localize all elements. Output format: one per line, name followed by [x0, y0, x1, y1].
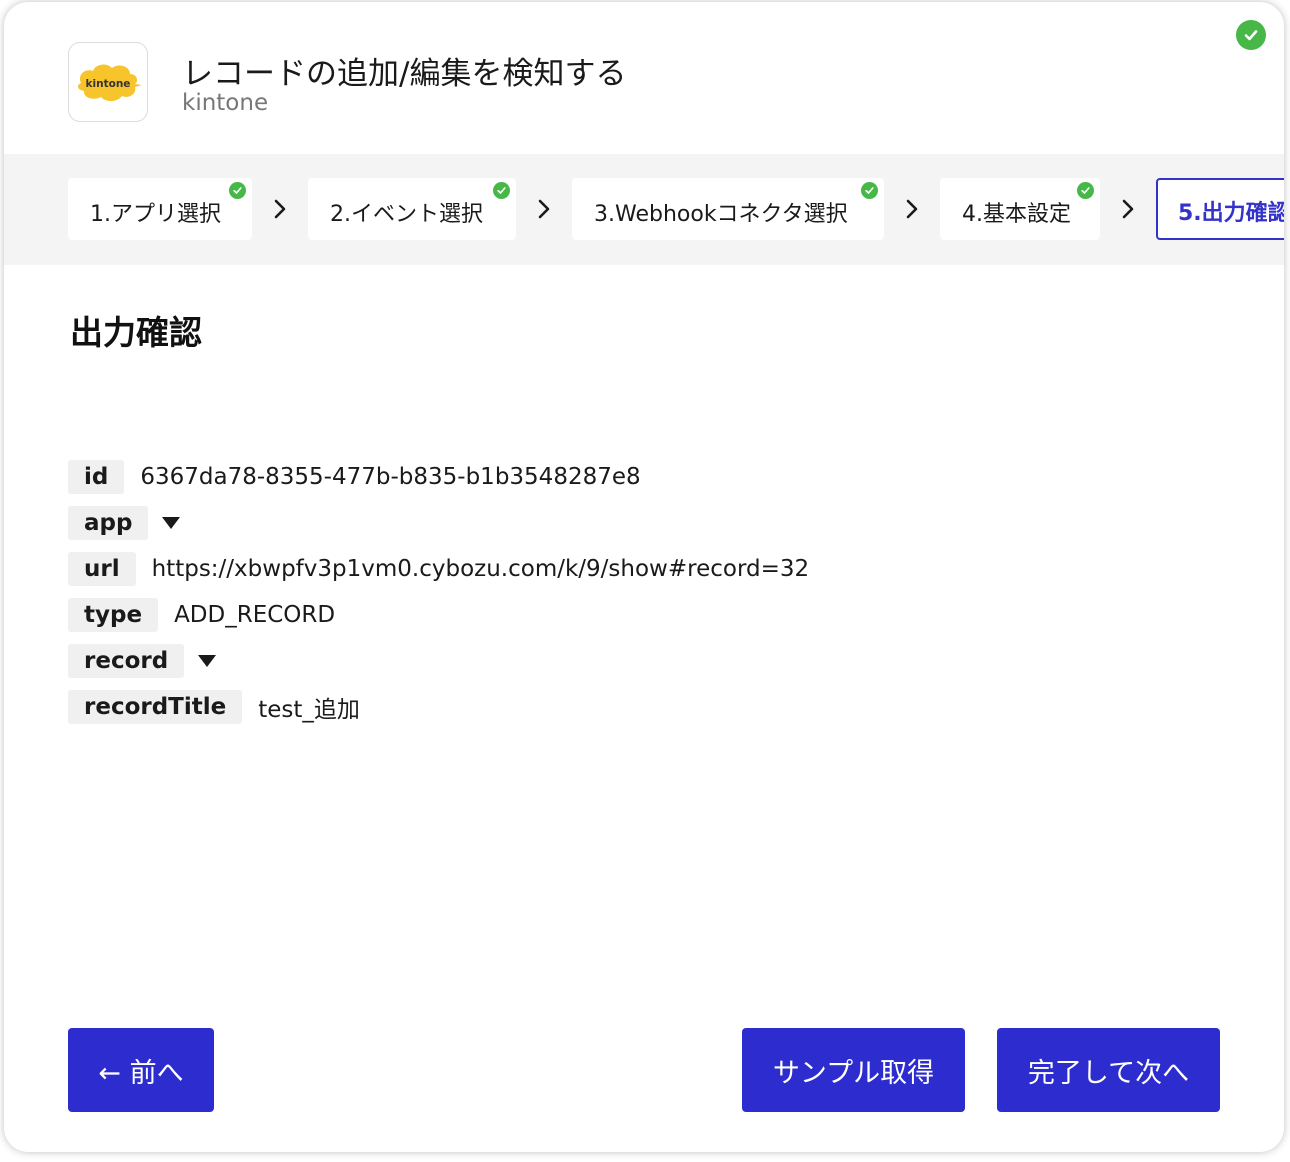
field-record[interactable]: record [68, 644, 217, 678]
field-record-title: recordTitle test_追加 [68, 690, 360, 724]
step-label: 5.出力確認 [1178, 201, 1284, 226]
check-circle-icon [493, 182, 510, 199]
field-key: type [68, 598, 159, 632]
logo-text: kintone [86, 78, 131, 90]
step-basic-settings[interactable]: 4.基本設定 [940, 178, 1100, 240]
header: kintone レコードの追加/編集を検知する kintone [4, 2, 1284, 154]
complete-next-button[interactable]: 完了して次へ [997, 1028, 1220, 1112]
field-key: url [68, 552, 136, 586]
field-value: https://xbwpfv3p1vm0.cybozu.com/k/9/show… [151, 556, 810, 582]
step-webhook-connector-select[interactable]: 3.Webhookコネクタ選択 [572, 178, 884, 240]
step-label: 1.アプリ選択 [90, 202, 221, 227]
field-key: id [68, 460, 125, 494]
check-circle-icon [1077, 182, 1094, 199]
step-event-select[interactable]: 2.イベント選択 [308, 178, 516, 240]
field-url: url https://xbwpfv3p1vm0.cybozu.com/k/9/… [68, 552, 809, 586]
section-title: 出力確認 [70, 313, 202, 352]
fetch-sample-button[interactable]: サンプル取得 [742, 1028, 965, 1112]
field-key: app [68, 506, 149, 540]
field-key: record [68, 644, 185, 678]
step-label: 2.イベント選択 [330, 202, 483, 227]
field-app[interactable]: app [68, 506, 181, 540]
dialog-card: kintone レコードの追加/編集を検知する kintone 1.アプリ選択 … [4, 2, 1284, 1152]
prev-button[interactable]: ← 前へ [68, 1028, 214, 1112]
field-value: 6367da78-8355-477b-b835-b1b3548287e8 [140, 464, 641, 490]
chevron-right-icon [274, 199, 286, 219]
field-type: type ADD_RECORD [68, 598, 335, 632]
step-output-confirm[interactable]: 5.出力確認 [1156, 178, 1284, 240]
field-value: ADD_RECORD [174, 602, 336, 628]
field-id: id 6367da78-8355-477b-b835-b1b3548287e8 [68, 460, 641, 494]
step-navigation: 1.アプリ選択 2.イベント選択 3.Webhookコネクタ選択 4.基本設定 [4, 154, 1284, 265]
chevron-right-icon [538, 199, 550, 219]
check-circle-icon [861, 182, 878, 199]
check-circle-icon [229, 182, 246, 199]
step-label: 4.基本設定 [962, 202, 1071, 227]
caret-down-icon[interactable] [162, 517, 181, 529]
chevron-right-icon [1122, 199, 1134, 219]
chevron-right-icon [906, 199, 918, 219]
page-title: レコードの追加/編集を検知する [182, 56, 627, 92]
kintone-logo: kintone [68, 42, 148, 122]
page-subtitle: kintone [182, 90, 269, 116]
field-key: recordTitle [68, 690, 243, 724]
step-app-select[interactable]: 1.アプリ選択 [68, 178, 252, 240]
field-value: test_追加 [258, 697, 360, 723]
step-label: 3.Webhookコネクタ選択 [594, 202, 848, 227]
caret-down-icon[interactable] [198, 655, 217, 667]
